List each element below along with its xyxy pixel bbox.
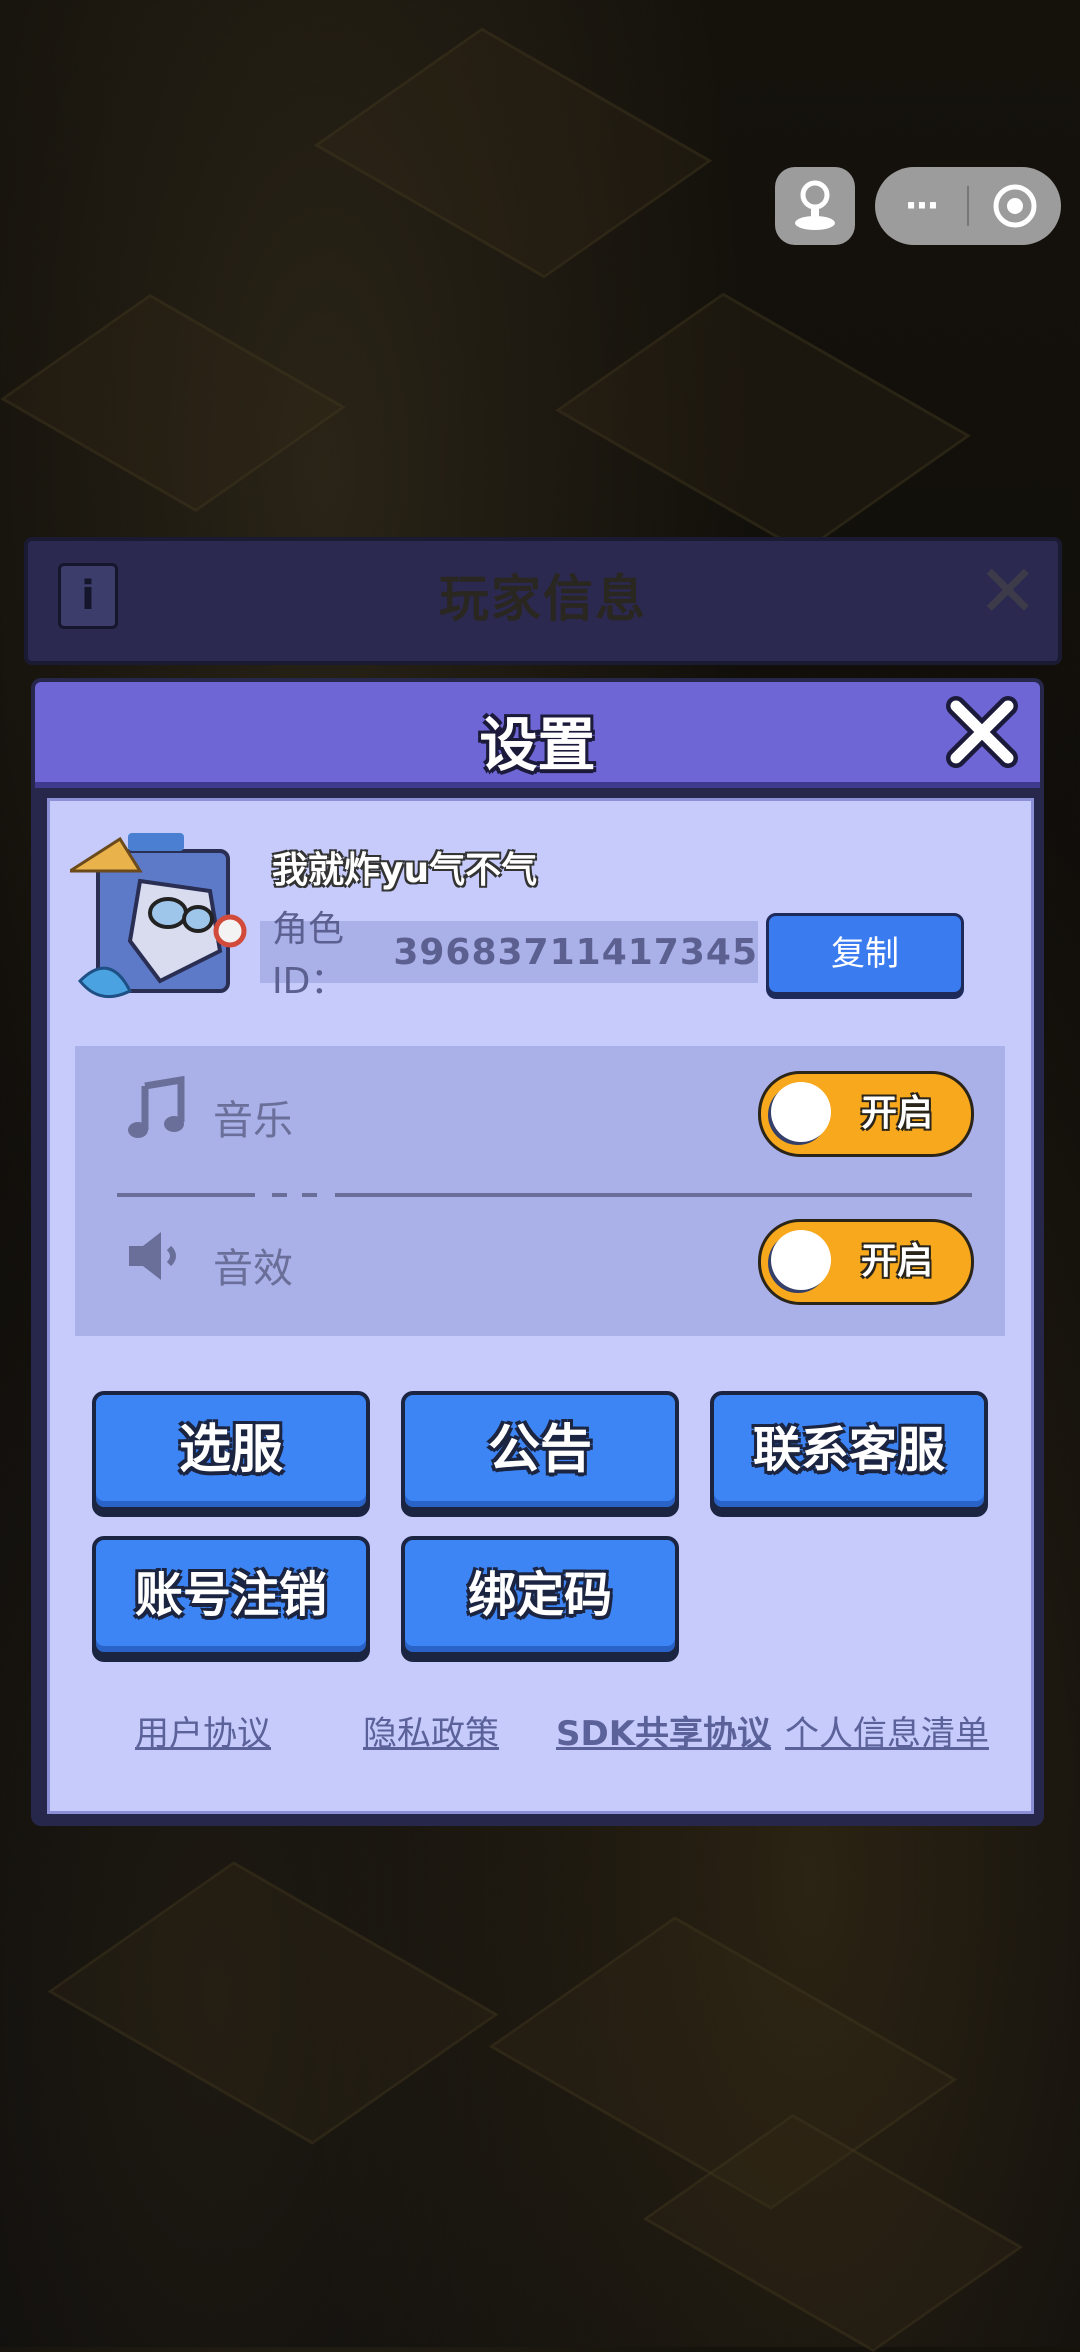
close-icon: ✕ (977, 549, 1038, 633)
role-id-value: 39683711417345 (393, 931, 758, 973)
privacy-policy-link[interactable]: 隐私政策 (363, 1706, 499, 1755)
sdk-sharing-link[interactable]: SDK共享协议 (556, 1706, 771, 1755)
contact-support-button[interactable]: 联系客服 (710, 1391, 988, 1511)
sound-effect-row: 音效 开启 (75, 1194, 1005, 1314)
binding-code-button[interactable]: 绑定码 (401, 1536, 679, 1656)
sound-effect-toggle-state: 开启 (861, 1241, 934, 1282)
music-toggle-state: 开启 (861, 1093, 934, 1134)
player-avatar (70, 833, 247, 999)
select-server-button[interactable]: 选服 (92, 1391, 370, 1511)
sound-effect-toggle[interactable]: 开启 (758, 1219, 974, 1305)
music-note-icon (128, 1076, 185, 1138)
copy-id-button[interactable]: 复制 (766, 913, 964, 995)
player-info-title: 玩家信息 (439, 570, 647, 628)
mini-program-avatar-button[interactable] (775, 167, 855, 245)
role-id-label: 角色ID： (272, 909, 347, 1002)
announcement-button[interactable]: 公告 (401, 1391, 679, 1511)
dialog-body: 我就炸yu气不气 角色ID： 39683711417345 复制 音乐 开启 音… (47, 798, 1034, 1814)
dialog-title: 设置 (479, 711, 596, 779)
music-toggle[interactable]: 开启 (758, 1071, 974, 1157)
more-button[interactable]: ··· (875, 167, 967, 245)
settings-dialog: 设置 我就炸yu气不气 角色ID： 39683711417345 复制 音乐 开… (31, 678, 1044, 1826)
speaker-icon (129, 1232, 176, 1280)
mini-program-capsule: ··· (875, 167, 1061, 245)
music-row: 音乐 开启 (75, 1046, 1005, 1166)
target-icon (993, 184, 1037, 228)
role-id-row: 角色ID： 39683711417345 (260, 909, 758, 1002)
user-agreement-link[interactable]: 用户协议 (135, 1706, 271, 1755)
joystick-icon (795, 180, 835, 230)
close-mini-program-button[interactable] (969, 167, 1061, 245)
audio-settings-panel: 音乐 开启 音效 开启 (75, 1046, 1005, 1336)
close-button[interactable] (946, 696, 1018, 768)
dialog-header: 设置 (35, 682, 1040, 788)
delete-account-button[interactable]: 账号注销 (92, 1536, 370, 1656)
personal-info-list-link[interactable]: 个人信息清单 (785, 1706, 989, 1755)
player-nickname: 我就炸yu气不气 (272, 850, 538, 891)
player-info-panel: i 玩家信息 ✕ (24, 537, 1062, 665)
music-label: 音乐 (213, 1098, 293, 1144)
toggle-knob (771, 1082, 831, 1142)
toggle-knob (771, 1230, 831, 1290)
more-icon: ··· (904, 186, 940, 226)
sound-effect-label: 音效 (213, 1246, 293, 1292)
